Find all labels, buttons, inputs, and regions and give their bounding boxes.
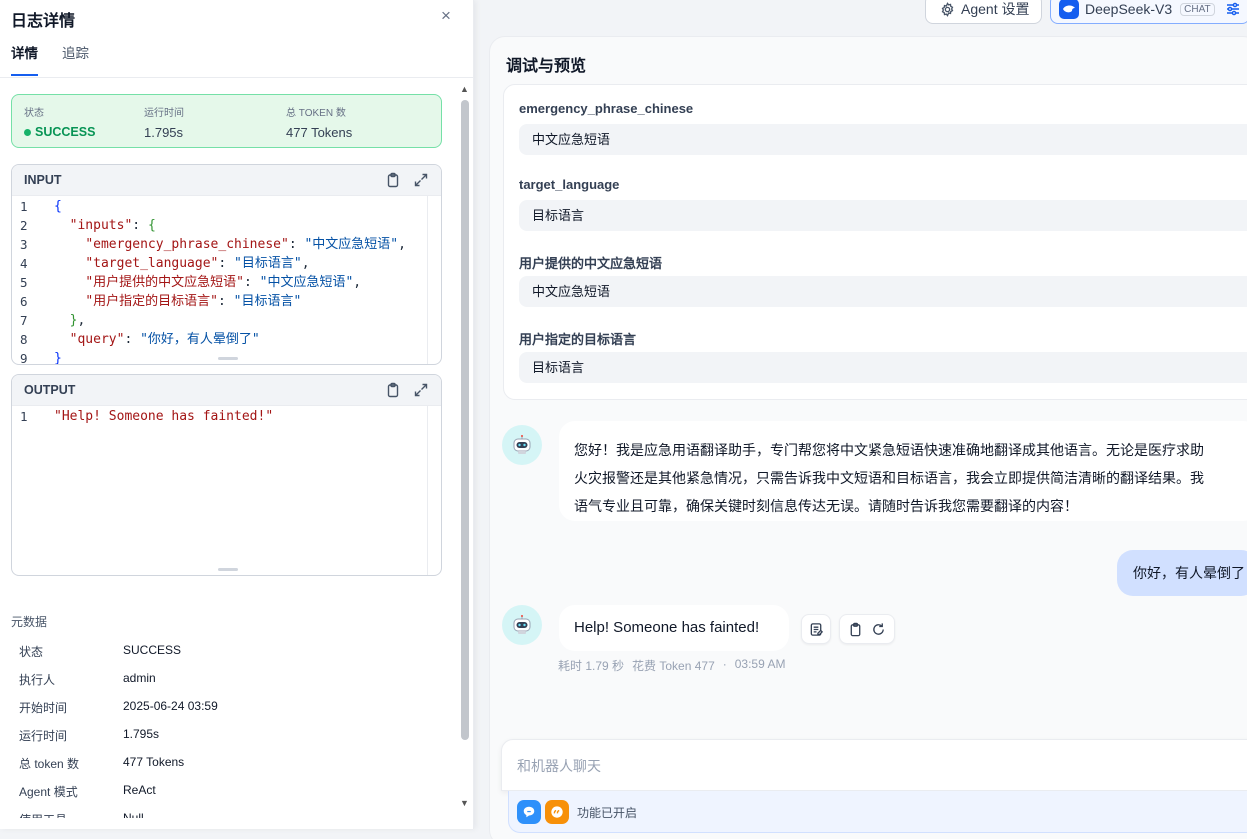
deepseek-whale-shape [1063,5,1075,13]
chat-input-placeholder: 和机器人聊天 [517,758,601,774]
copy-icon[interactable] [848,622,863,637]
bot-reply: Help! Someone has fainted! [559,605,789,651]
metadata-value: 2025-06-24 03:59 [123,699,218,713]
deepseek-logo-icon [1059,0,1079,19]
reply-latency: 耗时 1.79 秒 [558,659,625,673]
metadata-key: 状态 [19,645,44,659]
quote-bubble-shape [551,806,563,818]
variable-label: target_language [519,177,620,192]
log-detail-panel: 日志详情 × 详情 追踪 状态 SUCCESS 运行时间 1.795s 总 TO… [0,0,474,829]
view-log-button[interactable] [801,614,831,644]
metadata-value: admin [123,671,156,685]
variable-input[interactable]: 目标语言 [519,200,1247,231]
quote-feature-icon[interactable] [545,800,569,824]
bot-avatar [502,605,542,645]
chat-bubble-shape [523,806,535,818]
chat-feature-icon[interactable] [517,800,541,824]
agent-settings-label: Agent 设置 [961,1,1030,17]
refresh-icon[interactable] [871,622,886,637]
metadata-key: 使用工具 [19,811,123,818]
metadata-list: 状态 SUCCESS 执行人 admin 开始时间 2025-06-24 03:59 运行时… [0,0,458,818]
metadata-row: 状态 SUCCESS [19,643,181,660]
welcome-message: 您好！我是应急用语翻译助手，专门帮您将中文紧急短语快速准确地翻译成其他语言。无论… [559,421,1247,521]
user-message: 你好，有人晕倒了 [1117,550,1247,596]
chat-input-box[interactable]: 和机器人聊天 [501,739,1247,791]
features-enabled-label: 功能已开启 [577,806,638,820]
scrollbar-thumb[interactable] [461,100,469,740]
bot-avatar [502,425,542,465]
metadata-row: 开始时间 2025-06-24 03:59 [19,699,218,716]
metadata-value: 1.795s [123,727,160,741]
message-actions [839,614,895,644]
scroll-down-icon[interactable]: ▼ [460,798,469,808]
welcome-line: 火灾报警还是其他紧急情况，只需告诉我中文短语和目标语言，我会立即提供简洁清晰的翻… [574,470,1204,486]
preview-title: 调试与预览 [506,58,587,75]
panel-scrollbar[interactable]: ▲ ▼ [459,84,471,814]
metadata-row: 总 token 数 477 Tokens [19,755,184,772]
metadata-value: ReAct [123,783,156,797]
model-selector-button[interactable]: DeepSeek-V3 CHAT [1050,0,1247,24]
reply-meta: 耗时 1.79 秒 花费 Token 477 · 03:59 AM [558,657,785,674]
scroll-up-icon[interactable]: ▲ [460,84,469,94]
welcome-line: 您好！我是应急用语翻译助手，专门帮您将中文紧急短语快速准确地翻译成其他语言。无论… [574,442,1204,458]
variable-label: 用户指定的目标语言 [519,332,637,347]
metadata-key: 运行时间 [19,729,68,743]
model-type-badge: CHAT [1180,2,1215,16]
metadata-key: Agent 模式 [19,785,78,799]
gear-icon [941,1,954,17]
variable-input[interactable]: 中文应急短语 [519,276,1247,307]
metadata-value: 477 Tokens [123,755,185,769]
metadata-key: 执行人 [19,673,56,687]
variable-label: 用户提供的中文应急短语 [519,256,663,271]
agent-settings-button[interactable]: Agent 设置 [925,0,1042,24]
metadata-row: 运行时间 1.795s [19,727,159,744]
metadata-value: Null [123,811,144,818]
meta-separator: · [722,657,727,671]
reply-token-cost: 花费 Token 477 [632,659,715,673]
metadata-row: 执行人 admin [19,671,156,688]
welcome-line: 语气专业且可靠，确保关键时刻信息传达无误。请随时告诉我您需要翻译的内容！ [574,498,1078,514]
metadata-row: Agent 模式 ReAct [19,783,156,800]
variable-input[interactable]: 中文应急短语 [519,124,1247,155]
metadata-value: SUCCESS [123,643,182,657]
reply-timestamp: 03:59 AM [734,657,786,671]
robot-avatar-icon [513,435,531,454]
metadata-key: 总 token 数 [19,757,80,771]
robot-avatar-icon [513,615,531,634]
metadata-key: 开始时间 [19,701,68,715]
sliders-icon[interactable] [1225,1,1241,17]
notes-icon [810,622,823,636]
variable-label: emergency_phrase_chinese [519,101,694,116]
variable-input[interactable]: 目标语言 [519,352,1247,383]
model-name: DeepSeek-V3 [1085,1,1173,17]
metadata-row: 使用工具Null [19,811,144,818]
